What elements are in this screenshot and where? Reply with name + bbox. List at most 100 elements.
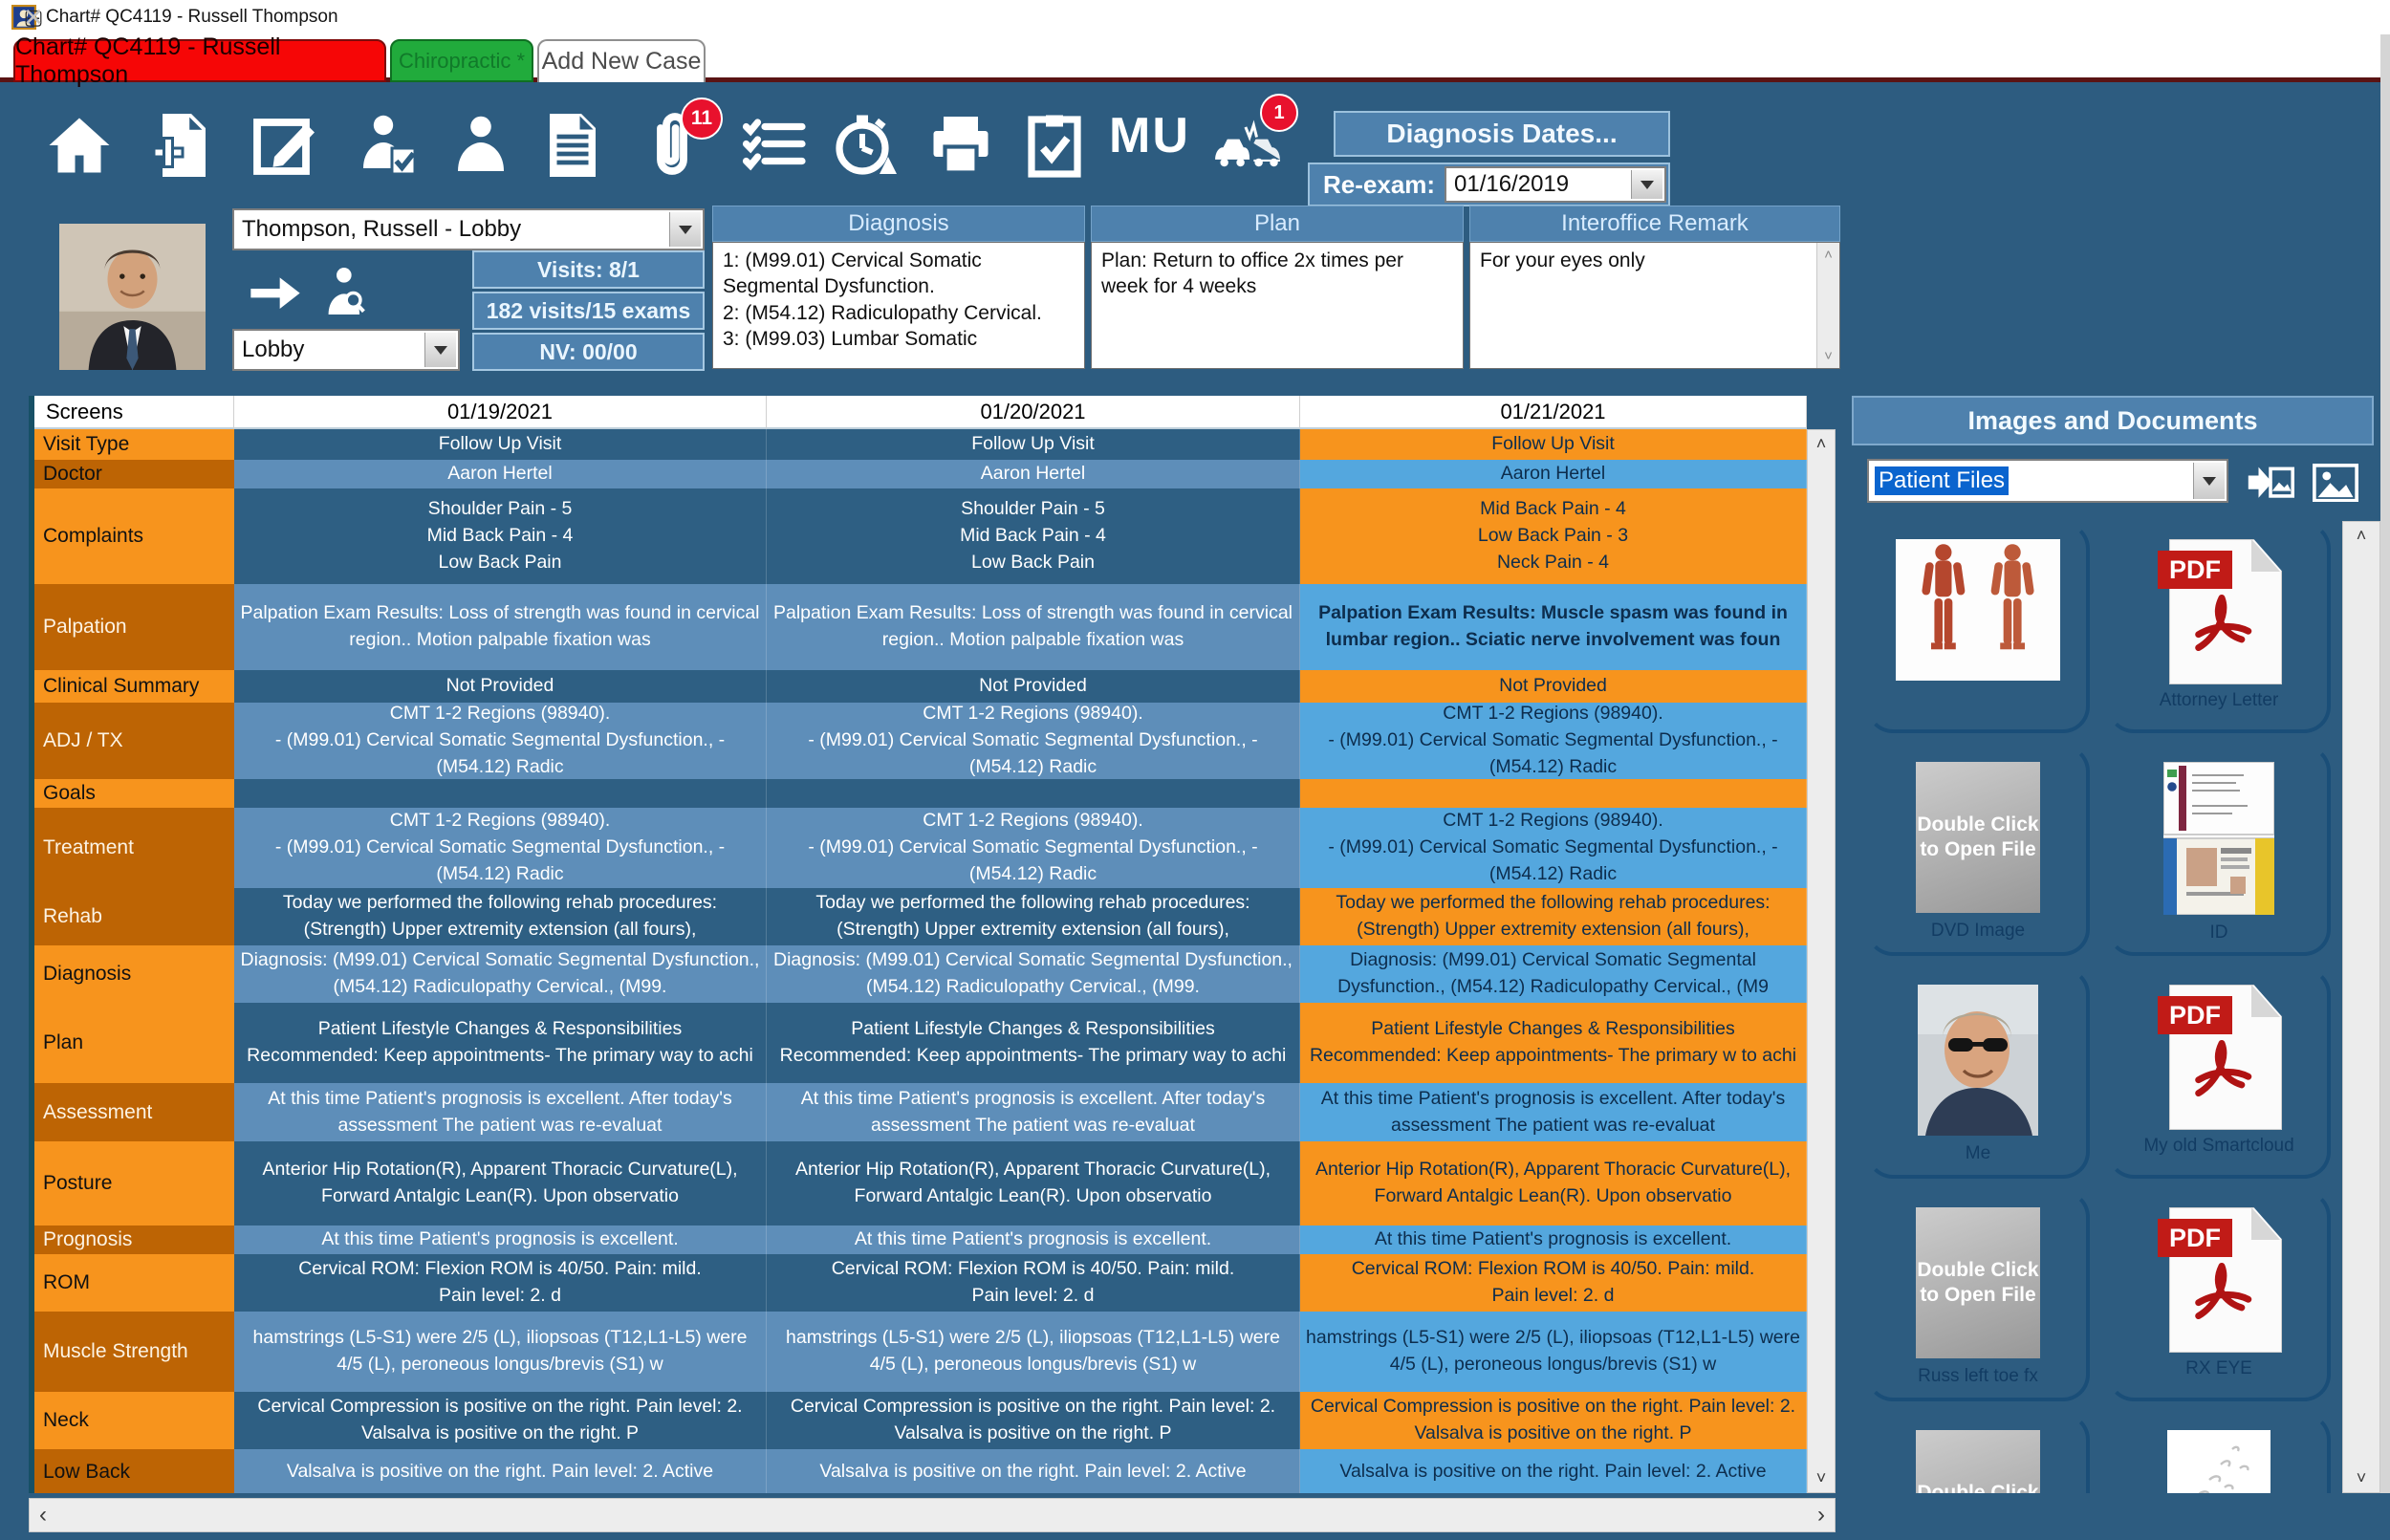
reexam-date-select[interactable]: 01/16/2019 (1445, 166, 1666, 203)
row-label-prognosis[interactable]: Prognosis (34, 1225, 234, 1254)
grid-cell-goals-col3[interactable] (1300, 779, 1807, 808)
grid-cell-rom-col2[interactable]: Cervical ROM: Flexion ROM is 40/50. Pain… (767, 1254, 1300, 1312)
file-card-russ-left-toe-fx[interactable]: Double Click to Open FileRuss left toe f… (1866, 1190, 2090, 1401)
grid-cell-complaints-col3[interactable]: Mid Back Pain - 4 Low Back Pain - 3 Neck… (1300, 488, 1807, 584)
grid-cell-visit-type-col3[interactable]: Follow Up Visit (1300, 429, 1807, 460)
grid-cell-rehab-col3[interactable]: Today we performed the following rehab p… (1300, 888, 1807, 945)
grid-cell-palpation-col1[interactable]: Palpation Exam Results: Loss of strength… (234, 584, 767, 670)
diagnosis-dates-button[interactable]: Diagnosis Dates... (1334, 111, 1670, 157)
row-label-rehab[interactable]: Rehab (34, 888, 234, 945)
tasks-icon[interactable] (1013, 99, 1096, 191)
row-label-rom[interactable]: ROM (34, 1254, 234, 1312)
new-case-icon[interactable] (141, 99, 224, 191)
row-label-palpation[interactable]: Palpation (34, 584, 234, 670)
home-icon[interactable] (38, 99, 120, 191)
patient-check-icon[interactable] (348, 99, 430, 191)
accident-icon[interactable]: 1 (1206, 99, 1289, 191)
document-icon[interactable] (532, 99, 614, 191)
grid-cell-assessment-col2[interactable]: At this time Patient's prognosis is exce… (767, 1083, 1300, 1141)
patient-search-icon[interactable] (317, 260, 375, 323)
patient-photo[interactable] (59, 222, 206, 372)
room-selector[interactable]: Lobby (232, 329, 460, 371)
grid-cell-diagnosis-col3[interactable]: Diagnosis: (M99.01) Cervical Somatic Seg… (1300, 945, 1807, 1003)
row-label-clinical-summary[interactable]: Clinical Summary (34, 670, 234, 703)
row-label-doctor[interactable]: Doctor (34, 460, 234, 488)
grid-cell-clinical-summary-col2[interactable]: Not Provided (767, 670, 1300, 703)
grid-cell-complaints-col2[interactable]: Shoulder Pain - 5 Mid Back Pain - 4 Low … (767, 488, 1300, 584)
chevron-down-icon[interactable] (2193, 463, 2225, 499)
grid-cell-neck-col1[interactable]: Cervical Compression is positive on the … (234, 1392, 767, 1449)
grid-cell-rehab-col1[interactable]: Today we performed the following rehab p… (234, 888, 767, 945)
grid-cell-palpation-col3[interactable]: Palpation Exam Results: Muscle spasm was… (1300, 584, 1807, 670)
grid-cell-prognosis-col1[interactable]: At this time Patient's prognosis is exce… (234, 1225, 767, 1254)
row-label-neck[interactable]: Neck (34, 1392, 234, 1449)
chevron-down-icon[interactable] (424, 333, 456, 367)
grid-cell-plan-col1[interactable]: Patient Lifestyle Changes & Responsibili… (234, 1003, 767, 1083)
remark-scrollbar[interactable]: ˄˅ (1816, 243, 1839, 368)
grid-cell-adj-tx-col2[interactable]: CMT 1-2 Regions (98940). - (M99.01) Cerv… (767, 703, 1300, 779)
edit-note-icon[interactable] (245, 99, 327, 191)
file-card-rx-eye[interactable]: PDFRX EYE (2107, 1190, 2331, 1401)
grid-cell-prognosis-col2[interactable]: At this time Patient's prognosis is exce… (767, 1225, 1300, 1254)
files-scrollbar[interactable]: ˄˅ (2342, 521, 2380, 1493)
file-card[interactable] (1866, 522, 2090, 733)
grid-vertical-scrollbar[interactable]: ˄˅ (1807, 429, 1836, 1493)
timer-alert-icon[interactable] (824, 99, 906, 191)
attachments-icon[interactable]: 11 (631, 99, 713, 191)
grid-cell-clinical-summary-col3[interactable]: Not Provided (1300, 670, 1807, 703)
row-label-diagnosis[interactable]: Diagnosis (34, 945, 234, 1003)
chevron-down-icon[interactable] (669, 212, 701, 247)
grid-cell-neck-col2[interactable]: Cervical Compression is positive on the … (767, 1392, 1300, 1449)
arrow-icon[interactable] (247, 271, 304, 315)
file-card[interactable] (2107, 1413, 2331, 1493)
grid-cell-doctor-col3[interactable]: Aaron Hertel (1300, 460, 1807, 488)
grid-cell-low-back-col3[interactable]: Valsalva is positive on the right. Pain … (1300, 1449, 1807, 1493)
file-card-attorney-letter[interactable]: PDFAttorney Letter (2107, 522, 2331, 733)
grid-cell-low-back-col2[interactable]: Valsalva is positive on the right. Pain … (767, 1449, 1300, 1493)
file-card-me[interactable]: Me (1866, 967, 2090, 1179)
plan-panel-body[interactable]: Plan: Return to office 2x times per week… (1091, 242, 1464, 369)
patient-icon[interactable] (440, 99, 522, 191)
grid-cell-clinical-summary-col1[interactable]: Not Provided (234, 670, 767, 703)
grid-cell-low-back-col1[interactable]: Valsalva is positive on the right. Pain … (234, 1449, 767, 1493)
diagnosis-panel-body[interactable]: 1: (M99.01) Cervical Somatic Segmental D… (712, 242, 1085, 369)
grid-cell-visit-type-col1[interactable]: Follow Up Visit (234, 429, 767, 460)
grid-cell-diagnosis-col1[interactable]: Diagnosis: (M99.01) Cervical Somatic Seg… (234, 945, 767, 1003)
tab-add-new-case[interactable]: Add New Case (537, 39, 706, 82)
grid-cell-posture-col3[interactable]: Anterior Hip Rotation(R), Apparent Thora… (1300, 1141, 1807, 1225)
grid-cell-posture-col2[interactable]: Anterior Hip Rotation(R), Apparent Thora… (767, 1141, 1300, 1225)
row-label-low-back[interactable]: Low Back (34, 1449, 234, 1493)
checklist-icon[interactable] (732, 99, 815, 191)
patient-selector[interactable]: Thompson, Russell - Lobby (232, 208, 705, 250)
grid-cell-goals-col1[interactable] (234, 779, 767, 808)
grid-cell-neck-col3[interactable]: Cervical Compression is positive on the … (1300, 1392, 1807, 1449)
grid-cell-treatment-col1[interactable]: CMT 1-2 Regions (98940). - (M99.01) Cerv… (234, 808, 767, 888)
grid-cell-treatment-col2[interactable]: CMT 1-2 Regions (98940). - (M99.01) Cerv… (767, 808, 1300, 888)
import-image-button[interactable] (2245, 461, 2296, 505)
row-label-posture[interactable]: Posture (34, 1141, 234, 1225)
grid-cell-prognosis-col3[interactable]: At this time Patient's prognosis is exce… (1300, 1225, 1807, 1254)
grid-cell-adj-tx-col3[interactable]: CMT 1-2 Regions (98940). - (M99.01) Cerv… (1300, 703, 1807, 779)
row-label-treatment[interactable]: Treatment (34, 808, 234, 888)
row-label-muscle-strength[interactable]: Muscle Strength (34, 1312, 234, 1392)
tab-current-case[interactable]: Chart# QC4119 - Russell Thompson (13, 39, 386, 82)
tab-chiropractic[interactable]: Chiropractic * (390, 39, 533, 82)
grid-cell-muscle-strength-col2[interactable]: hamstrings (L5-S1) were 2/5 (L), iliopso… (767, 1312, 1300, 1392)
grid-cell-palpation-col2[interactable]: Palpation Exam Results: Loss of strength… (767, 584, 1300, 670)
grid-cell-rom-col1[interactable]: Cervical ROM: Flexion ROM is 40/50. Pain… (234, 1254, 767, 1312)
grid-cell-doctor-col2[interactable]: Aaron Hertel (767, 460, 1300, 488)
row-label-visit-type[interactable]: Visit Type (34, 429, 234, 460)
row-label-complaints[interactable]: Complaints (34, 488, 234, 584)
grid-cell-goals-col2[interactable] (767, 779, 1300, 808)
grid-cell-diagnosis-col2[interactable]: Diagnosis: (M99.01) Cervical Somatic Seg… (767, 945, 1300, 1003)
row-label-goals[interactable]: Goals (34, 779, 234, 808)
grid-cell-visit-type-col2[interactable]: Follow Up Visit (767, 429, 1300, 460)
grid-cell-assessment-col1[interactable]: At this time Patient's prognosis is exce… (234, 1083, 767, 1141)
grid-cell-rehab-col2[interactable]: Today we performed the following rehab p… (767, 888, 1300, 945)
file-card[interactable]: Double Click to Open File (1866, 1413, 2090, 1493)
grid-horizontal-scrollbar[interactable]: ‹› (29, 1498, 1836, 1532)
grid-cell-assessment-col3[interactable]: At this time Patient's prognosis is exce… (1300, 1083, 1807, 1141)
close-button[interactable]: ✕ (0, 0, 67, 34)
chevron-down-icon[interactable] (1631, 170, 1662, 199)
file-card-my-old-smartcloud[interactable]: PDFMy old Smartcloud (2107, 967, 2331, 1179)
